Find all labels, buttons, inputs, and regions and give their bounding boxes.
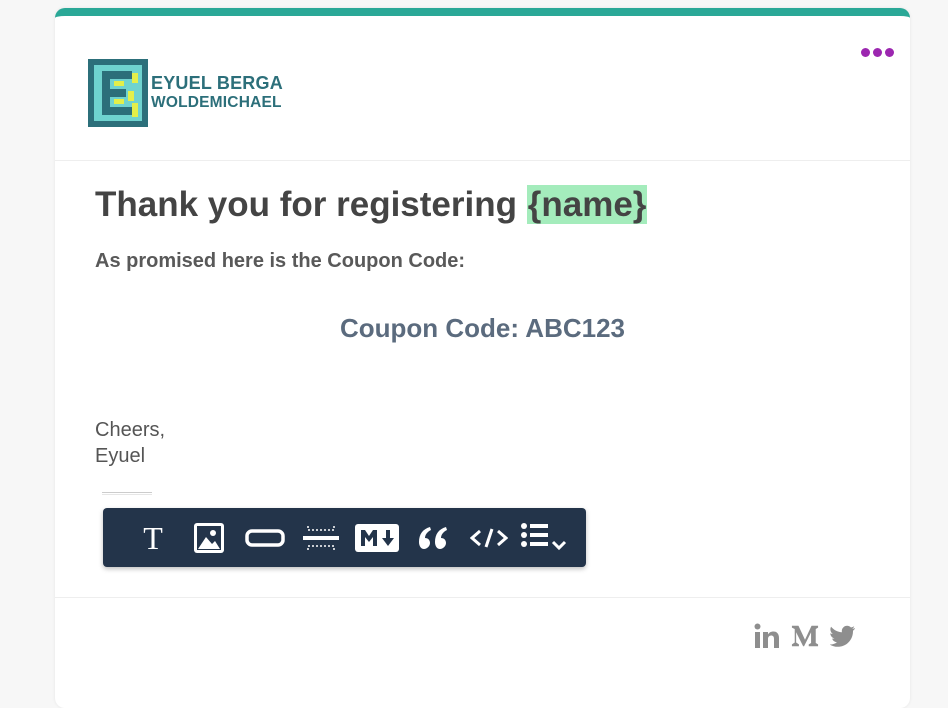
- email-body: Thank you for registering {name} As prom…: [95, 181, 875, 467]
- social-links: [753, 622, 857, 650]
- brand-logo: EYUEL BERGA WOLDEMICHAEL: [88, 59, 283, 127]
- signature-line2: Eyuel: [95, 445, 146, 467]
- image-icon: [194, 522, 224, 553]
- image-tool-button[interactable]: [181, 508, 237, 567]
- linkedin-icon: [754, 623, 779, 648]
- button-tool-button[interactable]: [237, 508, 293, 567]
- divider-tool-button[interactable]: [293, 508, 349, 567]
- email-card: EYUEL BERGA WOLDEMICHAEL Thank you for r…: [55, 8, 910, 708]
- twitter-link[interactable]: [829, 622, 857, 650]
- more-dots-icon[interactable]: [861, 48, 894, 57]
- dot: [885, 48, 894, 57]
- block-divider: [102, 492, 152, 495]
- divider-icon: [303, 525, 339, 550]
- quote-icon: [419, 526, 447, 549]
- linkedin-link[interactable]: [753, 622, 781, 650]
- button-icon: [245, 528, 285, 547]
- code-tool-button[interactable]: [461, 508, 517, 567]
- list-tool-button[interactable]: [517, 508, 573, 567]
- brand-name-line2: WOLDEMICHAEL: [151, 94, 282, 111]
- medium-icon: [791, 625, 819, 647]
- twitter-icon: [830, 625, 855, 647]
- block-toolbar: T: [103, 508, 586, 567]
- dot: [873, 48, 882, 57]
- signature[interactable]: Cheers, Eyuel: [95, 417, 165, 469]
- email-subtitle[interactable]: As promised here is the Coupon Code:: [95, 248, 875, 274]
- list-icon: [521, 522, 567, 550]
- logo-e-icon: [88, 59, 148, 127]
- code-icon: [470, 528, 508, 547]
- email-header: EYUEL BERGA WOLDEMICHAEL: [55, 16, 910, 161]
- dot: [861, 48, 870, 57]
- coupon-code[interactable]: Coupon Code: ABC123: [95, 311, 870, 345]
- markdown-icon: [355, 523, 399, 552]
- brand-name: EYUEL BERGA WOLDEMICHAEL: [151, 73, 283, 113]
- email-title[interactable]: Thank you for registering {name}: [95, 181, 875, 229]
- medium-link[interactable]: [791, 622, 819, 650]
- title-text: Thank you for registering: [95, 185, 527, 224]
- quote-tool-button[interactable]: [405, 508, 461, 567]
- text-icon: T: [143, 519, 163, 556]
- signature-line1: Cheers,: [95, 419, 166, 441]
- text-tool-button[interactable]: T: [125, 508, 181, 567]
- markdown-tool-button[interactable]: [349, 508, 405, 567]
- email-footer: [55, 597, 910, 708]
- name-merge-tag[interactable]: {name}: [526, 185, 648, 224]
- brand-name-line1: EYUEL BERGA: [151, 73, 283, 93]
